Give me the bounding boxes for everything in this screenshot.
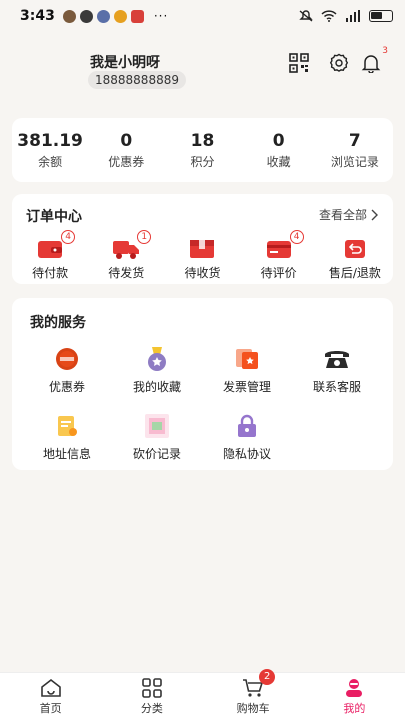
app-notification-icon bbox=[79, 9, 93, 23]
bottom-tab-bar: 首页 分类 2 购物车 我的 bbox=[0, 669, 405, 720]
bargain-icon bbox=[112, 411, 202, 441]
stat-balance[interactable]: 381.19 余额 bbox=[15, 131, 85, 170]
tab-mine[interactable]: 我的 bbox=[314, 677, 394, 716]
tab-label: 我的 bbox=[343, 702, 366, 715]
qr-code-icon[interactable] bbox=[288, 52, 310, 74]
lock-icon bbox=[202, 411, 292, 441]
view-all-label: 查看全部 bbox=[318, 208, 367, 222]
services-card: 我的服务 优惠券 我的收藏 发票管理 联系客服 地址信息 砍价记录 隐私协议 bbox=[12, 298, 393, 470]
stat-label: 优惠券 bbox=[108, 154, 145, 169]
service-label: 优惠券 bbox=[48, 380, 85, 394]
home-icon bbox=[11, 677, 91, 699]
stat-favorites[interactable]: 0 收藏 bbox=[244, 131, 314, 170]
cart-icon: 2 bbox=[213, 669, 293, 699]
cart-badge: 2 bbox=[259, 669, 276, 685]
order-label: 待评价 bbox=[260, 266, 297, 280]
wifi-icon bbox=[321, 10, 337, 22]
tab-home[interactable]: 首页 bbox=[11, 677, 91, 716]
service-label: 发票管理 bbox=[222, 380, 271, 394]
phone-number: 18888888889 bbox=[88, 71, 186, 89]
order-pending-shipment[interactable]: 1 待发货 bbox=[91, 230, 161, 281]
notification-count: 3 bbox=[382, 46, 388, 56]
tab-label: 分类 bbox=[140, 702, 163, 715]
address-icon bbox=[22, 411, 112, 441]
tab-category[interactable]: 分类 bbox=[112, 677, 192, 716]
order-badge: 4 bbox=[61, 230, 76, 244]
more-notifications-icon: ··· bbox=[153, 9, 169, 23]
order-pending-review[interactable]: 4 待评价 bbox=[244, 230, 314, 281]
app-notification-icon bbox=[96, 9, 110, 23]
order-badge: 4 bbox=[289, 230, 304, 244]
status-time: 3:43 bbox=[20, 8, 55, 24]
stat-label: 余额 bbox=[38, 154, 63, 169]
service-label: 地址信息 bbox=[42, 447, 91, 461]
order-pending-receipt[interactable]: 待收货 bbox=[167, 236, 237, 281]
service-bargain-records[interactable]: 砍价记录 bbox=[112, 411, 202, 462]
stat-value: 0 bbox=[120, 130, 133, 151]
stat-history[interactable]: 7 浏览记录 bbox=[320, 131, 390, 170]
order-label: 待付款 bbox=[32, 266, 69, 280]
service-favorites[interactable]: 我的收藏 bbox=[112, 344, 202, 395]
box-icon bbox=[167, 236, 237, 262]
order-center-card: 订单中心 查看全部 4 待付款 1 待发货 待收货 4 待评价 售后/退款 bbox=[12, 194, 393, 284]
service-address[interactable]: 地址信息 bbox=[22, 411, 112, 462]
stat-value: 381.19 bbox=[17, 130, 83, 151]
settings-gear-icon[interactable] bbox=[328, 52, 350, 74]
system-status bbox=[299, 10, 393, 22]
service-label: 砍价记录 bbox=[132, 447, 181, 461]
tab-cart[interactable]: 2 购物车 bbox=[213, 669, 293, 716]
card-icon: 4 bbox=[244, 230, 314, 262]
order-center-title: 订单中心 bbox=[26, 209, 82, 225]
service-label: 隐私协议 bbox=[222, 447, 271, 461]
username[interactable]: 我是小明呀 bbox=[90, 52, 160, 72]
order-label: 待发货 bbox=[108, 266, 145, 280]
service-privacy[interactable]: 隐私协议 bbox=[202, 411, 292, 462]
truck-icon: 1 bbox=[91, 230, 161, 262]
view-all-orders-link[interactable]: 查看全部 bbox=[319, 206, 379, 223]
refund-icon bbox=[320, 236, 390, 262]
order-label: 售后/退款 bbox=[328, 266, 381, 280]
user-icon bbox=[314, 677, 394, 699]
phone-icon bbox=[292, 344, 382, 374]
stats-card: 381.19 余额 0 优惠券 18 积分 0 收藏 7 浏览记录 bbox=[12, 118, 393, 182]
service-coupons[interactable]: 优惠券 bbox=[22, 344, 112, 395]
stat-value: 7 bbox=[348, 130, 361, 151]
grid-icon bbox=[112, 677, 192, 699]
tab-label: 首页 bbox=[39, 702, 62, 715]
app-notification-icon bbox=[130, 9, 144, 23]
services-title: 我的服务 bbox=[30, 315, 86, 331]
app-notification-icon bbox=[62, 9, 76, 23]
order-label: 待收货 bbox=[184, 266, 221, 280]
stat-value: 0 bbox=[272, 130, 285, 151]
notification-bell-icon[interactable]: 3 bbox=[360, 46, 388, 74]
service-label: 我的收藏 bbox=[132, 380, 181, 394]
status-bar: 3:43 ··· bbox=[0, 0, 405, 32]
service-customer-support[interactable]: 联系客服 bbox=[292, 344, 382, 395]
stat-label: 浏览记录 bbox=[330, 154, 379, 169]
stat-label: 积分 bbox=[190, 154, 215, 169]
order-after-sales[interactable]: 售后/退款 bbox=[320, 236, 390, 281]
order-pending-payment[interactable]: 4 待付款 bbox=[15, 230, 85, 281]
signal-icon bbox=[346, 10, 360, 22]
weibo-icon bbox=[113, 9, 127, 23]
medal-icon bbox=[112, 344, 202, 374]
notification-icons: ··· bbox=[62, 9, 169, 23]
wallet-icon: 4 bbox=[15, 230, 85, 262]
battery-icon bbox=[369, 10, 393, 22]
stat-points[interactable]: 18 积分 bbox=[167, 131, 237, 170]
mute-icon bbox=[299, 10, 313, 22]
stat-coupons[interactable]: 0 优惠券 bbox=[91, 131, 161, 170]
order-badge: 1 bbox=[137, 230, 152, 244]
tab-label: 购物车 bbox=[236, 702, 270, 715]
invoice-icon bbox=[202, 344, 292, 374]
service-invoices[interactable]: 发票管理 bbox=[202, 344, 292, 395]
chevron-right-icon bbox=[371, 209, 378, 220]
stat-label: 收藏 bbox=[266, 154, 291, 169]
stat-value: 18 bbox=[190, 130, 215, 151]
service-label: 联系客服 bbox=[312, 380, 361, 394]
coupon-icon bbox=[22, 344, 112, 374]
